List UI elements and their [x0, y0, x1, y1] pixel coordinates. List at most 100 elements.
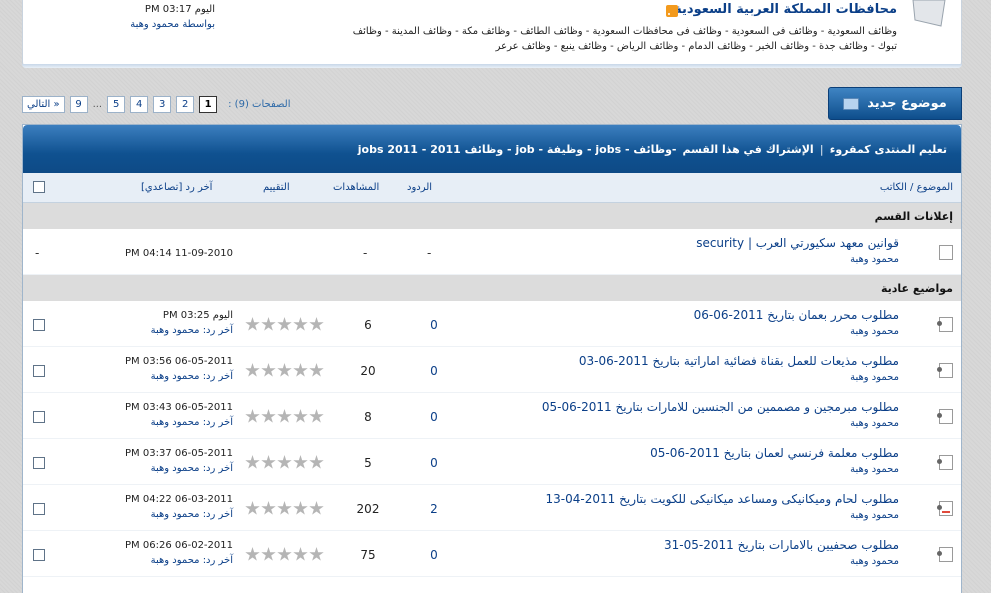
pagination-next[interactable]: التالي » — [22, 95, 65, 113]
thread-author[interactable]: محمود وهبة — [850, 510, 899, 521]
thread-select-checkbox[interactable] — [33, 457, 45, 469]
rating-star-icon — [309, 317, 324, 331]
thread-views: 5 — [364, 456, 372, 470]
thread-status-icon — [937, 547, 953, 562]
thread-author[interactable]: محمود وهبة — [850, 464, 899, 475]
rss-icon[interactable] — [666, 5, 678, 17]
thread-last-post-by[interactable]: آخر رد: محمود وهبة — [119, 461, 233, 476]
new-topic-label: موضوع جديد — [867, 96, 947, 111]
forum-last-post-by[interactable]: بواسطة محمود وهبة — [95, 17, 215, 32]
thread-title-link[interactable]: مطلوب مبرمجين و مصممين من الجنسين للامار… — [542, 400, 899, 414]
pagination-page-2[interactable]: 2 — [176, 95, 195, 113]
thread-replies[interactable]: 2 — [427, 502, 441, 516]
col-topic-author[interactable]: الموضوع / الكاتب — [880, 182, 953, 193]
rating-star-icon — [245, 317, 260, 331]
thread-select-checkbox[interactable] — [33, 319, 45, 331]
rating-star-icon — [245, 409, 260, 423]
thread-views: 6 — [364, 318, 372, 332]
section-announcements: إعلانات القسم — [23, 203, 961, 229]
rating-star-icon — [277, 547, 292, 561]
thread-status-icon — [937, 501, 953, 516]
forum-info-box: محافظات المملكة العربية السعودية وظائف ا… — [22, 0, 962, 68]
thread-views: 20 — [360, 364, 376, 378]
thread-author[interactable]: محمود وهبة — [850, 326, 899, 337]
thread-replies[interactable]: 0 — [427, 548, 441, 562]
thread-replies[interactable]: 0 — [427, 456, 441, 470]
thread-select-checkbox[interactable] — [33, 365, 45, 377]
thread-select-checkbox[interactable] — [33, 411, 45, 423]
thread-last-post-by[interactable]: آخر رد: محمود وهبة — [119, 369, 233, 384]
thread-author[interactable]: محمود وهبة — [850, 372, 899, 383]
thread-title-link[interactable]: مطلوب صحفيين بالامارات بتاريخ 2011-05-31 — [664, 538, 899, 552]
col-rating[interactable]: التقييم — [263, 182, 290, 193]
thread-select-checkbox[interactable] — [33, 549, 45, 561]
new-topic-button[interactable]: موضوع جديد — [828, 87, 962, 120]
thread-author[interactable]: محمود وهبة — [850, 556, 899, 567]
pagination-page-current: 1 — [199, 95, 218, 113]
forum-folder-icon — [911, 0, 947, 28]
forum-title-link[interactable]: محافظات المملكة العربية السعودية — [674, 2, 897, 17]
rating-star-icon — [277, 317, 292, 331]
table-header-bar: تعليم المنتدى كمقروء | الإشتراك في هذا ا… — [23, 125, 961, 173]
thread-last-post: 06-05-2011 03:43 PM آخر رد: محمود وهبة — [119, 400, 233, 430]
pagination-page-last[interactable]: 9 — [69, 95, 88, 113]
subscribe-forum-link[interactable]: الإشتراك في هذا القسم — [682, 143, 813, 156]
column-headers: الموضوع / الكاتب الردود المشاهدات التقيي… — [23, 173, 961, 203]
thread-replies[interactable]: 0 — [427, 410, 441, 424]
thread-last-post-time: 06-05-2011 03:37 PM — [125, 448, 233, 459]
announcement-title[interactable]: قوانين معهد سكيورتي العرب | security — [696, 236, 899, 250]
rating-star-icon — [309, 501, 324, 515]
thread-last-post: 06-05-2011 03:56 PM آخر رد: محمود وهبة — [119, 354, 233, 384]
thread-title-link[interactable]: مطلوب معلمة فرنسي لعمان بتاريخ 2011-06-0… — [650, 446, 899, 460]
thread-replies[interactable]: 0 — [427, 364, 441, 378]
rating-star-icon — [293, 409, 308, 423]
col-last-reply[interactable]: آخر رد [تصاعدي] — [141, 182, 212, 193]
select-all-checkbox[interactable] — [33, 181, 45, 193]
rating-star-icon — [277, 363, 292, 377]
pagination-page-3[interactable]: 3 — [153, 95, 172, 113]
rating-star-icon — [245, 501, 260, 515]
section-normal-threads: مواضيع عادية — [23, 275, 961, 301]
forum-sub-links[interactable]: وظائف السعودية - وظائف فى السعودية - وظا… — [337, 24, 897, 54]
thread-last-post-time: 06-05-2011 03:56 PM — [125, 356, 233, 367]
thread-last-post-by[interactable]: آخر رد: محمود وهبة — [119, 415, 233, 430]
rating-star-icon — [261, 409, 276, 423]
thread-rating — [245, 317, 324, 332]
mark-forum-read-link[interactable]: تعليم المنتدى كمقروء — [830, 143, 947, 156]
thread-rating — [245, 455, 324, 470]
thread-select-checkbox[interactable] — [33, 503, 45, 515]
thread-views: 8 — [364, 410, 372, 424]
thread-last-post-by[interactable]: آخر رد: محمود وهبة — [119, 323, 233, 338]
rating-star-icon — [293, 455, 308, 469]
thread-row: مطلوب مذيعات للعمل بقناة فضائية اماراتية… — [23, 347, 961, 393]
announcement-extra: - — [35, 246, 40, 260]
pagination-page-4[interactable]: 4 — [130, 95, 149, 113]
thread-row: مطلوب لحام وميكانيكى ومساعد ميكانيكى للك… — [23, 485, 961, 531]
thread-views: 202 — [356, 502, 380, 516]
thread-status-icon — [937, 455, 953, 470]
thread-rating — [245, 547, 324, 562]
thread-replies[interactable]: 0 — [427, 318, 441, 332]
thread-rating — [245, 501, 324, 516]
thread-views: 75 — [360, 548, 376, 562]
rating-star-icon — [277, 409, 292, 423]
pagination-page-5[interactable]: 5 — [107, 95, 126, 113]
col-views[interactable]: المشاهدات — [333, 182, 379, 193]
thread-row: مطلوب مبرمجين و مصممين من الجنسين للامار… — [23, 393, 961, 439]
divider — [22, 64, 962, 68]
thread-last-post-by[interactable]: آخر رد: محمود وهبة — [119, 507, 233, 522]
announcement-author[interactable]: محمود وهبة — [850, 254, 899, 265]
thread-title-link[interactable]: مطلوب مذيعات للعمل بقناة فضائية اماراتية… — [579, 354, 899, 368]
thread-list: مطلوب محرر بعمان بتاريخ 2011-06-06 محمود … — [23, 301, 961, 577]
thread-author[interactable]: محمود وهبة — [850, 418, 899, 429]
thread-last-post-by[interactable]: آخر رد: محمود وهبة — [119, 553, 233, 568]
thread-title-link[interactable]: مطلوب محرر بعمان بتاريخ 2011-06-06 — [694, 308, 899, 322]
col-replies[interactable]: الردود — [407, 182, 432, 193]
thread-last-post-time: 06-02-2011 06:26 PM — [125, 540, 233, 551]
pagination-label: الصفحات (9) : — [228, 98, 291, 110]
thread-last-post: اليوم 03:25 PM آخر رد: محمود وهبة — [119, 308, 233, 338]
rating-star-icon — [261, 363, 276, 377]
thread-title-link[interactable]: مطلوب لحام وميكانيكى ومساعد ميكانيكى للك… — [546, 492, 899, 506]
rating-star-icon — [261, 501, 276, 515]
pagination-ellipsis: ... — [92, 98, 103, 110]
